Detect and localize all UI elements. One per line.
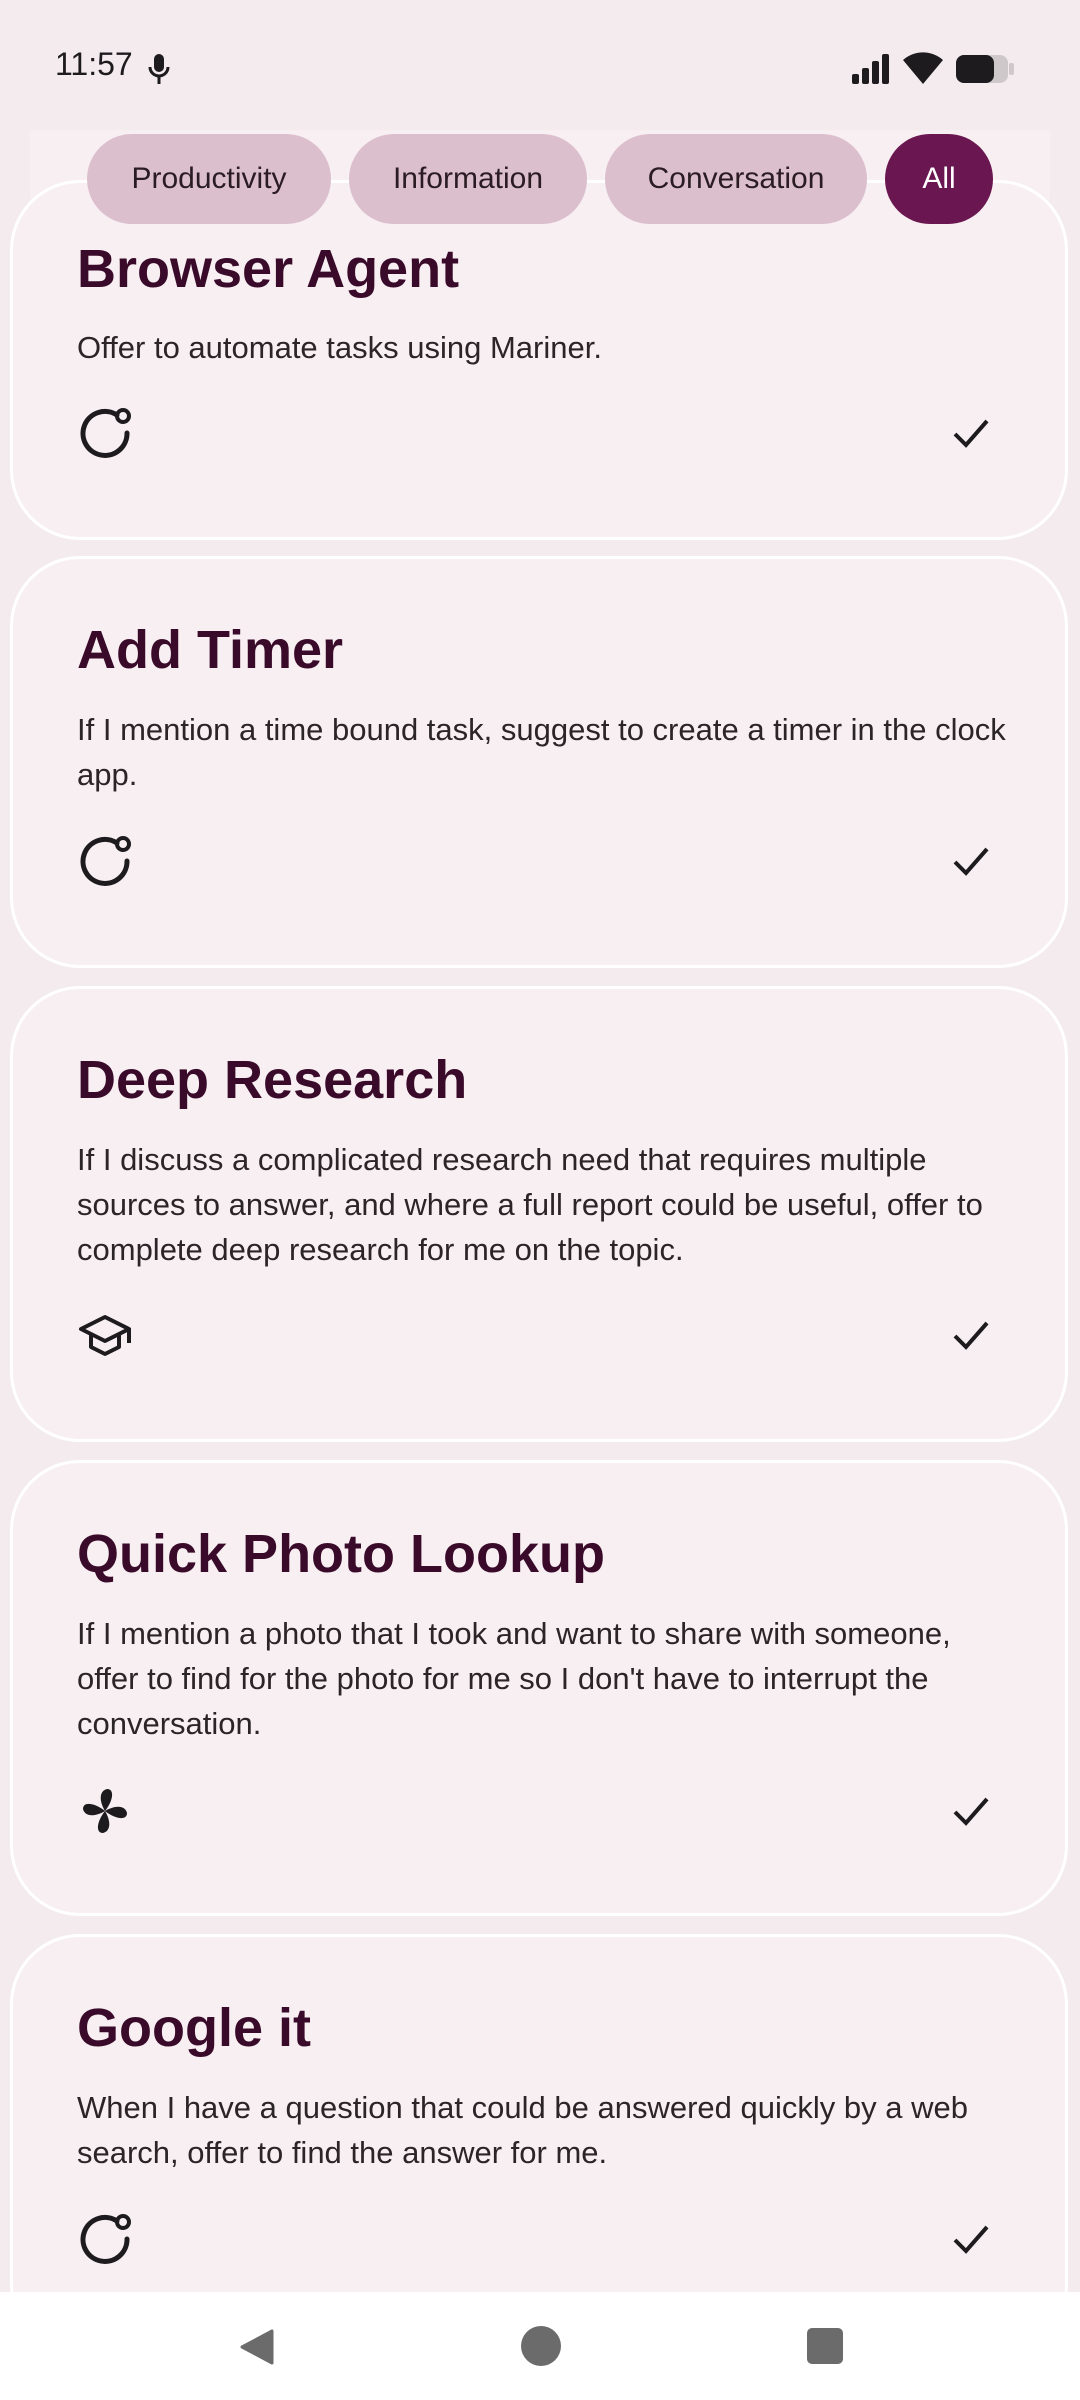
status-bar: 11:57: [0, 0, 1080, 130]
card-google-it[interactable]: Google it When I have a question that co…: [10, 1934, 1068, 2354]
signal-icon: [852, 54, 889, 84]
check-icon[interactable]: [949, 839, 993, 883]
graduation-cap-icon: [79, 1315, 131, 1356]
home-button[interactable]: [521, 2326, 561, 2366]
refresh-dot-icon: [80, 836, 131, 886]
back-icon[interactable]: [238, 2328, 276, 2366]
card-deep-research[interactable]: Deep Research If I discuss a complicated…: [10, 986, 1068, 1442]
chip-information[interactable]: Information: [349, 134, 587, 224]
battery-icon: [956, 55, 1014, 83]
card-title: Browser Agent: [77, 239, 460, 299]
recents-button[interactable]: [807, 2328, 843, 2364]
refresh-dot-icon: [80, 408, 131, 458]
chip-productivity[interactable]: Productivity: [87, 134, 331, 224]
card-add-timer[interactable]: Add Timer If I mention a time bound task…: [10, 556, 1068, 968]
check-icon[interactable]: [949, 2217, 993, 2261]
check-icon[interactable]: [949, 1313, 993, 1357]
card-description: If I discuss a complicated research need…: [77, 1142, 983, 1267]
screen: 11:57 Browser Agent Offer to automate ta…: [0, 0, 1080, 2400]
chip-conversation[interactable]: Conversation: [605, 134, 867, 224]
card-description: When I have a question that could be ans…: [77, 2090, 968, 2170]
card-description: If I mention a time bound task, suggest …: [77, 712, 1006, 792]
wifi-icon: [903, 52, 943, 84]
chip-all[interactable]: All: [885, 134, 993, 224]
card-title: Quick Photo Lookup: [77, 1524, 605, 1584]
card-description: Offer to automate tasks using Mariner.: [77, 330, 602, 365]
card-title: Add Timer: [77, 620, 344, 680]
card-quick-photo-lookup[interactable]: Quick Photo Lookup If I mention a photo …: [10, 1460, 1068, 1916]
filter-chips: Productivity Information Conversation Al…: [0, 134, 1080, 224]
card-browser-agent[interactable]: Browser Agent Offer to automate tasks us…: [10, 180, 1068, 540]
status-time: 11:57: [55, 46, 133, 82]
microphone-icon: [148, 54, 170, 84]
card-description: If I mention a photo that I took and wan…: [77, 1616, 951, 1741]
card-title: Google it: [77, 1998, 311, 2058]
check-icon[interactable]: [949, 411, 993, 455]
check-icon[interactable]: [949, 1789, 993, 1833]
card-title: Deep Research: [77, 1050, 468, 1110]
pinwheel-icon: [83, 1789, 127, 1833]
refresh-dot-icon: [80, 2214, 131, 2264]
